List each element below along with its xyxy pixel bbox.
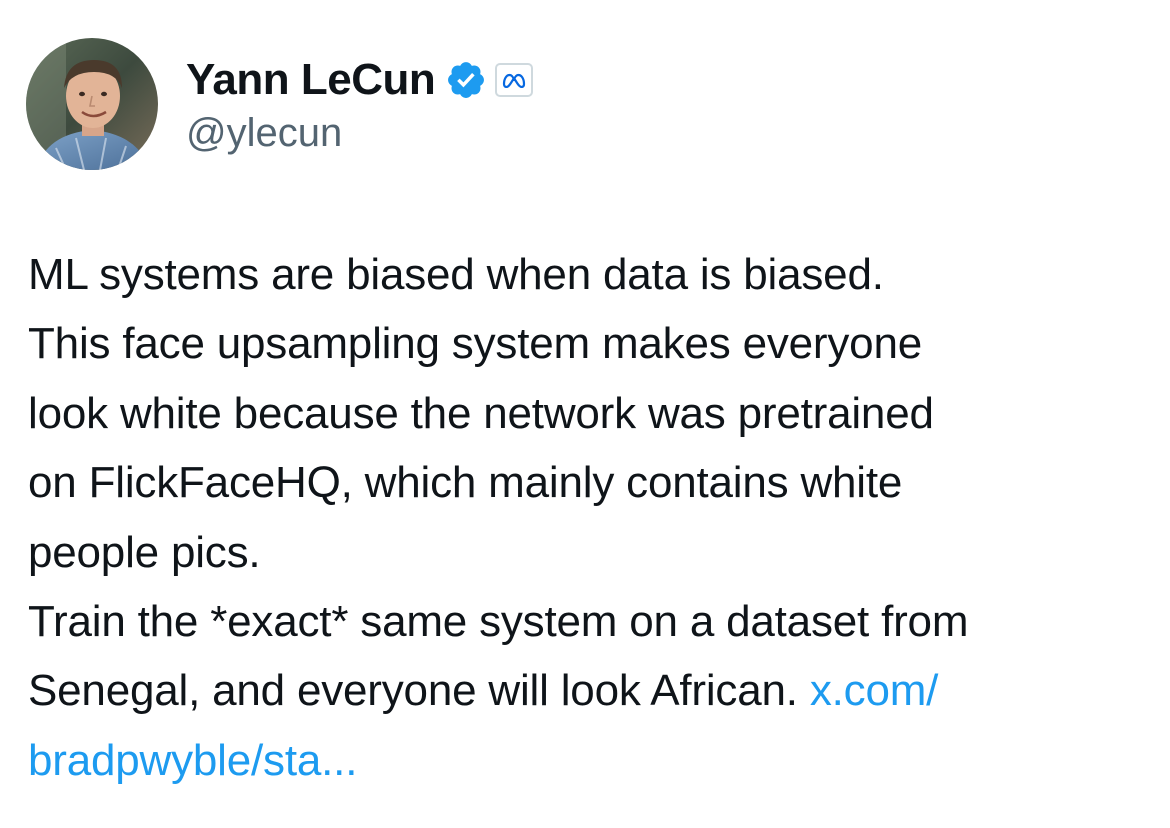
avatar[interactable] — [26, 38, 158, 170]
tweet-line-with-link: Senegal, and everyone will look African.… — [28, 656, 1148, 725]
tweet-line-text: Senegal, and everyone will look African. — [28, 666, 810, 716]
display-name[interactable]: Yann LeCun — [186, 55, 436, 105]
user-handle[interactable]: @ylecun — [186, 111, 533, 156]
profile-photo-icon — [26, 38, 158, 170]
tweet-line: ML systems are biased when data is biase… — [28, 250, 884, 299]
tweet-card: Yann LeCun @ylecun ML systems are biased… — [0, 0, 1170, 828]
name-row: Yann LeCun — [186, 53, 534, 107]
tweet-line: Train the *exact* same system on a datas… — [28, 597, 969, 647]
tweet-line: This face upsampling system makes everyo… — [28, 319, 922, 369]
tweet-line: look white because the network was pretr… — [28, 388, 934, 438]
tweet-header: Yann LeCun @ylecun — [26, 38, 534, 170]
tweet-line: on FlickFaceHQ, which mainly contains wh… — [28, 458, 903, 508]
tweet-line-link: bradpwyble/sta... — [28, 726, 1148, 795]
tweet-link-part2[interactable]: bradpwyble/sta... — [28, 736, 357, 785]
author-identity: Yann LeCun @ylecun — [186, 53, 534, 156]
tweet-link-part1[interactable]: x.com/ — [810, 666, 939, 715]
meta-logo-icon[interactable] — [495, 62, 534, 97]
tweet-text: ML systems are biased when data is biase… — [28, 240, 1148, 795]
tweet-line: people pics. — [28, 527, 261, 577]
verified-badge-icon[interactable] — [445, 59, 487, 101]
